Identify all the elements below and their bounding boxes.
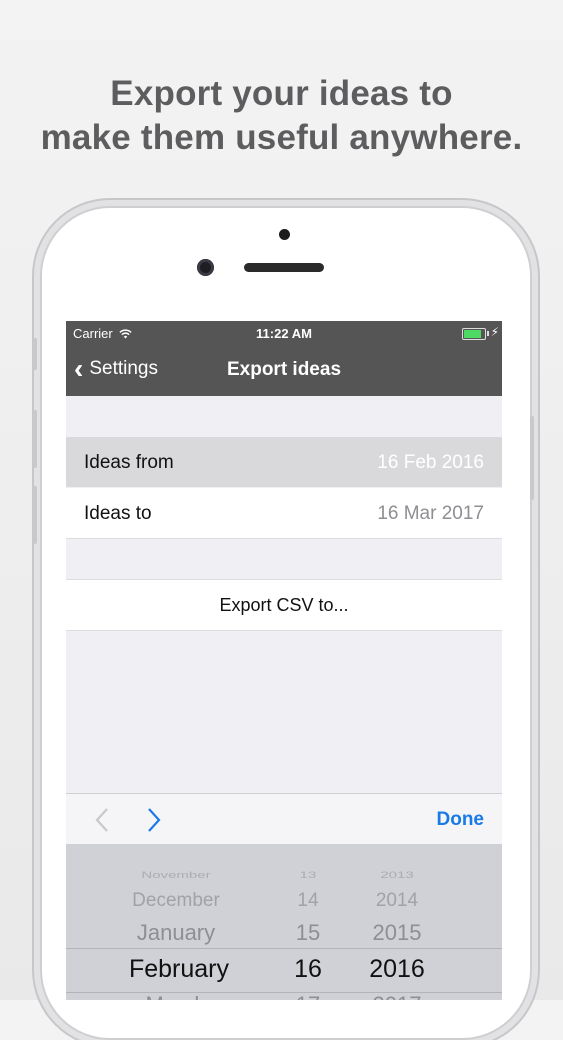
picker-selection-bottom-line <box>66 992 502 993</box>
proximity-sensor <box>279 229 290 240</box>
picker-month-1[interactable]: November <box>96 870 256 880</box>
page-title: Export ideas <box>226 359 342 380</box>
status-bar: Carrier 11:22 AM ⚡ <box>66 321 502 345</box>
picker-toolbar: Done <box>66 793 502 845</box>
phone-screen: Carrier 11:22 AM ⚡ ‹ Settings Export ide… <box>66 321 502 1000</box>
picker-year-3[interactable]: 2015 <box>362 920 432 946</box>
picker-month-3[interactable]: January <box>96 920 256 946</box>
ideas-to-row[interactable]: Ideas to 16 Mar 2017 <box>66 488 502 539</box>
ideas-from-row[interactable]: Ideas from 16 Feb 2016 <box>66 437 502 487</box>
chevron-right-icon[interactable] <box>146 807 162 833</box>
picker-year-2[interactable]: 2014 <box>362 890 432 912</box>
battery-icon <box>462 328 486 340</box>
ideas-to-value: 16 Mar 2017 <box>377 503 484 524</box>
picker-month-selected[interactable]: February <box>96 955 262 984</box>
headline-line-2: make them useful anywhere. <box>40 118 523 157</box>
navigation-bar: ‹ Settings Export ideas <box>66 345 502 396</box>
charging-bolt-icon: ⚡ <box>490 325 499 339</box>
done-button[interactable]: Done <box>437 809 485 831</box>
mute-switch <box>33 338 37 370</box>
battery-tip <box>487 331 489 336</box>
picker-day-selected[interactable]: 16 <box>288 955 328 984</box>
picker-year-5[interactable]: 2017 <box>362 992 432 1000</box>
export-csv-label: Export CSV to... <box>219 595 349 615</box>
status-time: 11:22 AM <box>256 326 312 341</box>
chevron-left-icon[interactable] <box>94 807 110 833</box>
export-csv-button[interactable]: Export CSV to... <box>66 579 502 631</box>
front-camera <box>197 259 214 276</box>
power-button <box>530 416 534 500</box>
volume-down-button <box>33 486 37 544</box>
picker-month-5[interactable]: March <box>96 992 256 1000</box>
picker-day-5[interactable]: 17 <box>288 992 328 1000</box>
headline-line-1: Export your ideas to <box>110 74 453 113</box>
picker-year-1[interactable]: 2013 <box>362 870 432 880</box>
earpiece-speaker <box>244 263 324 272</box>
picker-year-selected[interactable]: 2016 <box>362 955 432 984</box>
ideas-to-label: Ideas to <box>84 503 152 524</box>
picker-selection-top-line <box>66 948 502 949</box>
picker-day-1[interactable]: 13 <box>288 870 328 880</box>
picker-day-2[interactable]: 14 <box>288 890 328 912</box>
headline: Export your ideas to make them useful an… <box>0 72 563 160</box>
date-picker[interactable]: November December January February March… <box>66 844 502 1000</box>
ideas-from-value: 16 Feb 2016 <box>377 452 484 473</box>
picker-month-2[interactable]: December <box>96 890 256 912</box>
ideas-from-label: Ideas from <box>84 452 174 473</box>
volume-up-button <box>33 410 37 468</box>
picker-day-3[interactable]: 15 <box>288 920 328 946</box>
